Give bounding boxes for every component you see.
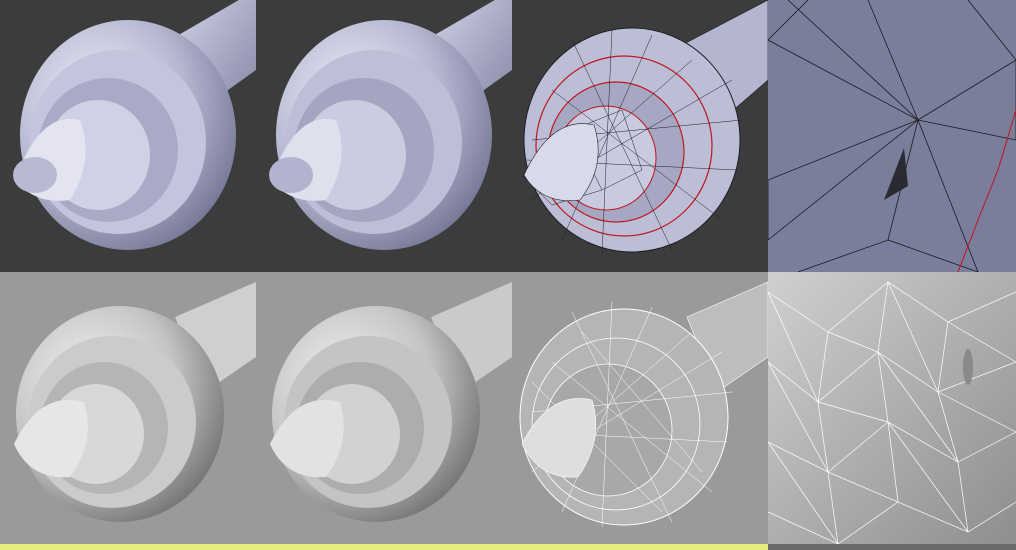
panel-smooth-grey — [0, 272, 256, 544]
accent-strip — [0, 544, 768, 550]
panel-closeup-hole — [768, 0, 1016, 272]
wireframe-render — [512, 272, 768, 544]
render-grid — [0, 0, 1016, 550]
closeup-render — [768, 0, 1016, 272]
wireframe-render — [512, 0, 768, 272]
connector-render — [0, 0, 256, 272]
panel-wireframe-seams — [512, 0, 768, 272]
accent-strip-dark — [768, 544, 1016, 550]
closeup-render — [768, 272, 1016, 544]
connector-render — [256, 272, 512, 544]
connector-render — [256, 0, 512, 272]
panel-white-wireframe — [512, 272, 768, 544]
panel-smooth-blue — [0, 0, 256, 272]
panel-flat-grey — [256, 272, 512, 544]
panel-closeup-white — [768, 272, 1016, 544]
panel-flat-blue — [256, 0, 512, 272]
connector-render — [0, 272, 256, 544]
